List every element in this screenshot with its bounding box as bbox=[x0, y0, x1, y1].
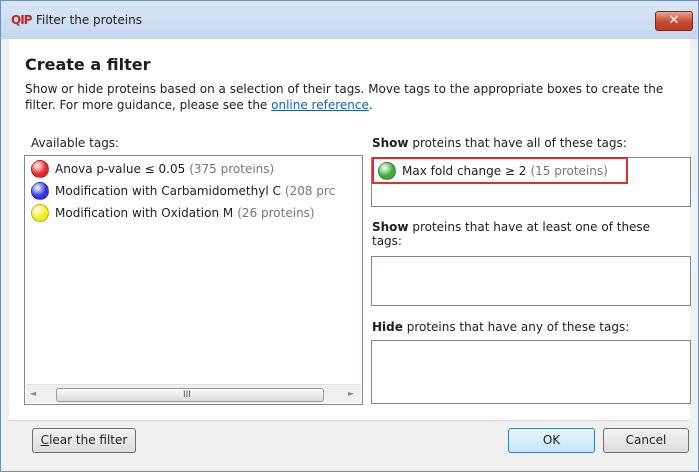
hide-any-label-bold: Hide bbox=[372, 320, 403, 334]
highlight-annotation bbox=[372, 157, 628, 184]
show-all-label: Show proteins that have all of these tag… bbox=[372, 136, 627, 150]
ok-label: OK bbox=[542, 433, 561, 447]
tag-protein-count: (208 prc bbox=[284, 184, 336, 198]
close-button[interactable]: ✕ bbox=[655, 11, 693, 31]
dialog-header: Create a filter Show or hide proteins ba… bbox=[9, 39, 690, 122]
tag-color-dot-icon bbox=[31, 159, 49, 178]
tag-color-dot-icon bbox=[31, 181, 49, 200]
scroll-left-icon[interactable]: ◄ bbox=[30, 389, 36, 398]
show-any-label: Show proteins that have at least one of … bbox=[372, 220, 682, 248]
cancel-label: Cancel bbox=[625, 433, 667, 447]
tag-item[interactable]: Anova p-value ≤ 0.05 (375 proteins) bbox=[31, 159, 275, 178]
hide-any-label: Hide proteins that have any of these tag… bbox=[372, 320, 629, 334]
tag-color-dot-icon bbox=[31, 203, 49, 222]
window-title: Filter the proteins bbox=[36, 13, 142, 27]
tag-name: Anova p-value ≤ 0.05 bbox=[55, 162, 186, 176]
horizontal-scrollbar[interactable]: ◄ III ► bbox=[26, 384, 361, 403]
description-end: . bbox=[368, 98, 373, 112]
show-any-tags-box[interactable] bbox=[371, 256, 691, 306]
available-tags-label: Available tags: bbox=[31, 136, 120, 150]
available-tags-items: Anova p-value ≤ 0.05 (375 proteins) Modifi… bbox=[25, 156, 362, 381]
show-any-label-bold: Show bbox=[372, 220, 409, 234]
ok-button[interactable]: OK bbox=[508, 428, 595, 453]
header-title: Create a filter bbox=[25, 55, 151, 74]
hide-tags-box[interactable] bbox=[371, 340, 691, 404]
tag-name: Modification with Oxidation M bbox=[55, 206, 234, 220]
cancel-button[interactable]: Cancel bbox=[603, 428, 689, 453]
tag-item[interactable]: Modification with Carbamidomethyl C (208 … bbox=[31, 181, 336, 200]
title-bar[interactable]: QIP Filter the proteins ✕ bbox=[1, 1, 698, 39]
scroll-right-icon[interactable]: ► bbox=[348, 389, 354, 398]
tag-protein-count: (375 proteins) bbox=[189, 162, 275, 176]
online-reference-link[interactable]: online reference bbox=[271, 98, 369, 112]
tag-item[interactable]: Modification with Oxidation M (26 protein… bbox=[31, 203, 315, 222]
tag-name: Modification with Carbamidomethyl C bbox=[55, 184, 281, 198]
clear-filter-button[interactable]: Clear the filter bbox=[32, 428, 136, 453]
hide-any-label-rest: proteins that have any of these tags: bbox=[402, 320, 630, 334]
header-description: Show or hide proteins based on a selecti… bbox=[25, 81, 675, 113]
show-all-label-rest: proteins that have all of these tags: bbox=[408, 136, 627, 150]
show-any-label-rest: proteins that have at least one of these… bbox=[372, 220, 651, 248]
clear-filter-label: Clear the filter bbox=[40, 433, 128, 447]
available-tags-list[interactable]: Anova p-value ≤ 0.05 (375 proteins) Modifi… bbox=[24, 155, 363, 405]
scrollbar-thumb[interactable]: III bbox=[56, 388, 324, 402]
qip-app-icon: QIP bbox=[11, 13, 32, 27]
tag-protein-count: (26 proteins) bbox=[237, 206, 315, 220]
show-all-label-bold: Show bbox=[372, 136, 409, 150]
scrollbar-grip-icon: III bbox=[183, 390, 191, 400]
close-icon: ✕ bbox=[668, 13, 680, 28]
